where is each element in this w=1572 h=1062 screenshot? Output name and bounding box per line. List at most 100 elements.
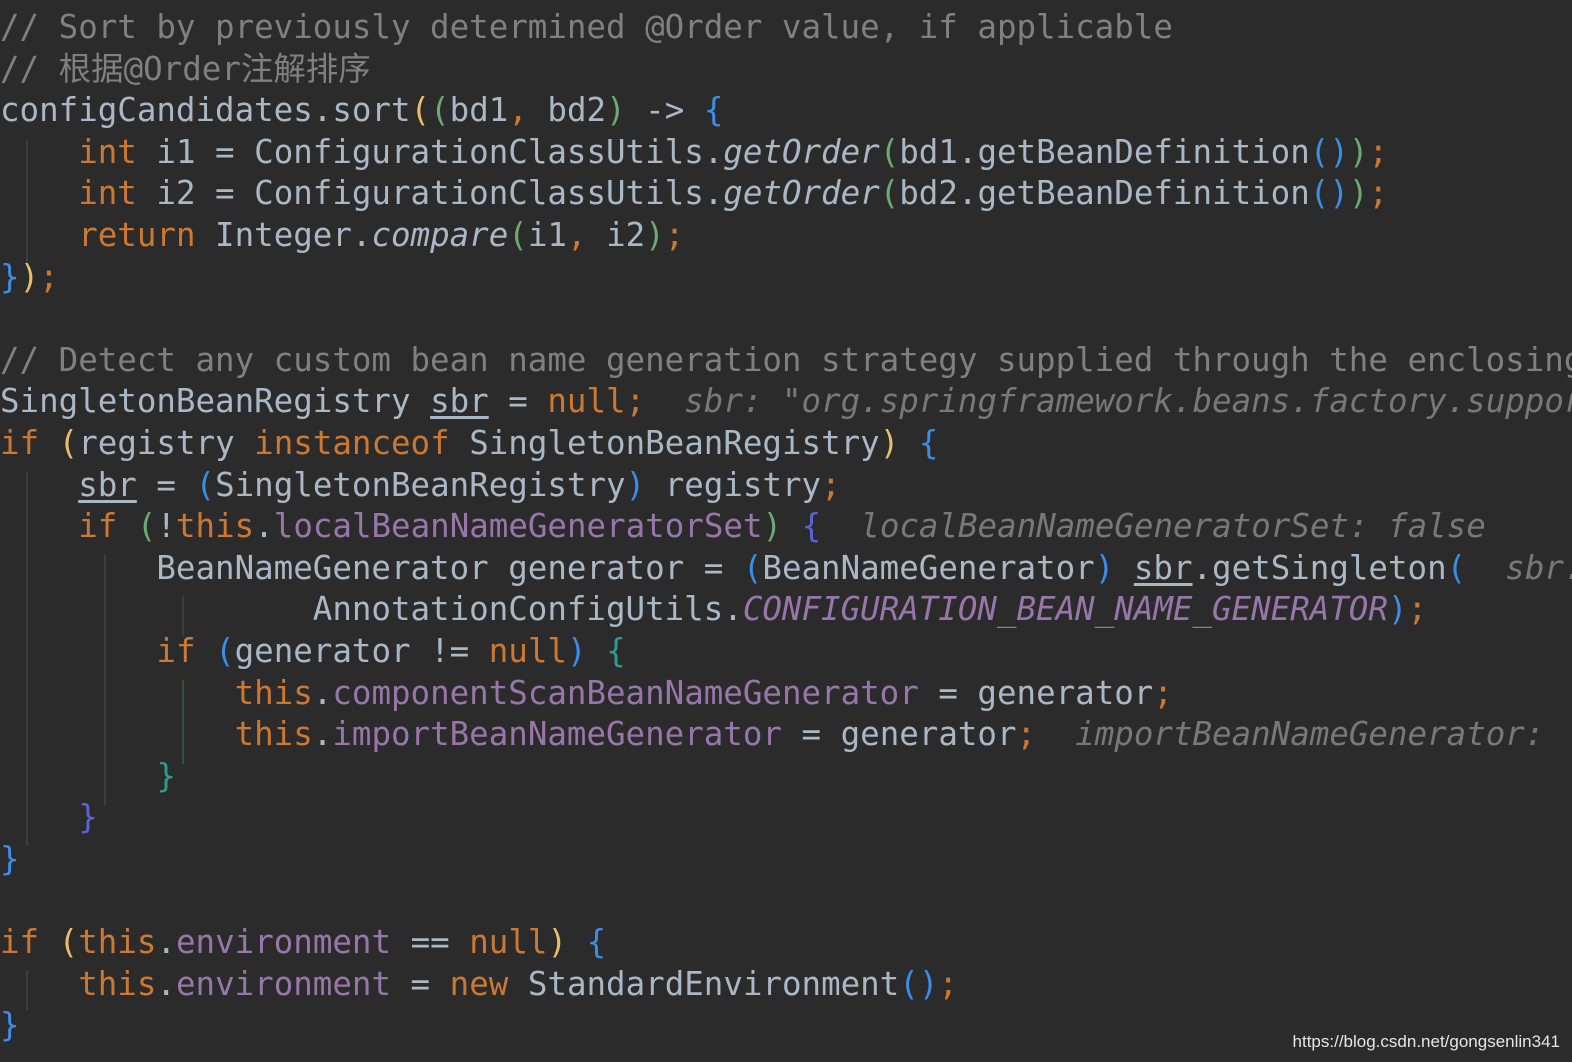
code-line[interactable]: }); (0, 257, 1572, 299)
code-line[interactable]: } (0, 839, 1572, 881)
code-token: ) (19, 257, 40, 296)
code-line[interactable]: this.importBeanNameGenerator = generator… (0, 714, 1572, 756)
code-token: generator != (234, 631, 489, 670)
code-token: compare (371, 215, 509, 254)
code-token: ( (1446, 548, 1467, 587)
code-token: int (78, 174, 137, 213)
code-token: this (234, 715, 313, 754)
code-token: ) (606, 91, 626, 130)
code-token: null (469, 923, 548, 962)
code-area[interactable]: // Sort by previously determined @Order … (0, 7, 1572, 1047)
code-token: ( (215, 631, 235, 670)
code-token: if (0, 423, 40, 462)
code-token: ( (195, 465, 216, 504)
code-line[interactable]: int i2 = ConfigurationClassUtils.getOrde… (0, 173, 1572, 215)
code-token: this (78, 964, 157, 1003)
code-token: } (156, 756, 176, 795)
code-token: = generator (918, 673, 1154, 712)
code-token: ; (821, 465, 841, 504)
code-token: ( (58, 423, 79, 462)
code-token: = generator (781, 715, 1017, 754)
code-token: ( (879, 174, 900, 213)
code-line[interactable]: // Detect any custom bean name generatio… (0, 340, 1572, 382)
code-line[interactable]: if (this.environment == null) { (0, 922, 1572, 964)
code-editor[interactable]: // Sort by previously determined @Order … (0, 0, 1572, 1062)
code-token: sbr: "org.springframework.beans.factory.… (1505, 548, 1572, 587)
code-token: sbr: "org.springframework.beans.factory.… (684, 382, 1572, 421)
code-line[interactable]: // Sort by previously determined @Order … (0, 7, 1572, 49)
code-token: if (0, 923, 40, 962)
code-line[interactable]: } (0, 797, 1572, 839)
code-token: importBeanNameGenerator (332, 715, 782, 754)
code-token: if (156, 631, 196, 670)
code-token: StandardEnvironment (508, 964, 900, 1003)
code-token: . (312, 673, 333, 712)
code-token: SingletonBeanRegistry (0, 382, 431, 421)
code-token: ( (508, 215, 528, 254)
code-token: ) (625, 465, 646, 504)
code-token: getOrder (723, 132, 880, 171)
code-line[interactable] (0, 880, 1572, 922)
code-token: ! (156, 507, 176, 546)
code-token: bd2 (527, 91, 607, 130)
code-line[interactable]: configCandidates.sort((bd1, bd2) -> { (0, 90, 1572, 132)
code-token: null (488, 631, 567, 670)
code-line[interactable]: BeanNameGenerator generator = (BeanNameG… (0, 548, 1572, 590)
code-token: ( (410, 91, 431, 130)
code-token: null (547, 382, 626, 421)
code-token: ) (1348, 174, 1369, 213)
code-token: configCandidates.sort (0, 91, 411, 130)
code-line[interactable]: this.environment = new StandardEnvironme… (0, 964, 1572, 1006)
code-token: this (234, 673, 313, 712)
code-token: () (1309, 132, 1349, 171)
code-line[interactable]: return Integer.compare(i1, i2); (0, 215, 1572, 257)
code-token: { (586, 923, 607, 962)
code-line[interactable]: sbr = (SingletonBeanRegistry) registry; (0, 465, 1572, 507)
code-token: . (312, 715, 333, 754)
code-line[interactable]: if (registry instanceof SingletonBeanReg… (0, 423, 1572, 465)
code-line[interactable]: AnnotationConfigUtils.CONFIGURATION_BEAN… (0, 589, 1572, 631)
code-token: () (1309, 174, 1349, 213)
code-line[interactable]: SingletonBeanRegistry sbr = null; sbr: "… (0, 381, 1572, 423)
code-token: return (78, 215, 196, 254)
code-token: ) (762, 507, 783, 546)
code-line[interactable]: if (generator != null) { (0, 631, 1572, 673)
code-token: getOrder (723, 174, 880, 213)
code-line[interactable]: } (0, 756, 1572, 798)
code-token: // Sort by previously determined @Order … (0, 8, 1173, 46)
code-token: ) (1348, 132, 1369, 171)
code-line[interactable]: if (!this.localBeanNameGeneratorSet) { l… (0, 506, 1572, 548)
code-token: i2 (586, 215, 646, 254)
code-token: ) (566, 631, 587, 670)
code-token: environment (176, 923, 392, 962)
code-token: ( (430, 91, 450, 130)
code-token: sbr (1133, 548, 1193, 587)
code-line[interactable]: // 根据@Order注解排序 (0, 49, 1572, 91)
code-token: } (78, 798, 98, 837)
code-token: this (78, 923, 157, 962)
code-line[interactable] (0, 298, 1572, 340)
code-token: -> (625, 91, 704, 130)
code-token: localBeanNameGeneratorSet: false (860, 507, 1486, 546)
code-token: ( (742, 548, 763, 587)
code-line[interactable]: this.componentScanBeanNameGenerator = ge… (0, 673, 1572, 715)
code-token: ( (136, 507, 157, 546)
code-token: bd1 (449, 91, 509, 130)
code-token: BeanNameGenerator (762, 548, 1095, 587)
code-token: i1 (527, 215, 567, 254)
code-line[interactable]: int i1 = ConfigurationClassUtils.getOrde… (0, 132, 1572, 174)
watermark-url: https://blog.csdn.net/gongsenlin341 (1292, 1032, 1560, 1051)
code-token: new (449, 964, 509, 1003)
code-token: } (0, 1006, 20, 1045)
